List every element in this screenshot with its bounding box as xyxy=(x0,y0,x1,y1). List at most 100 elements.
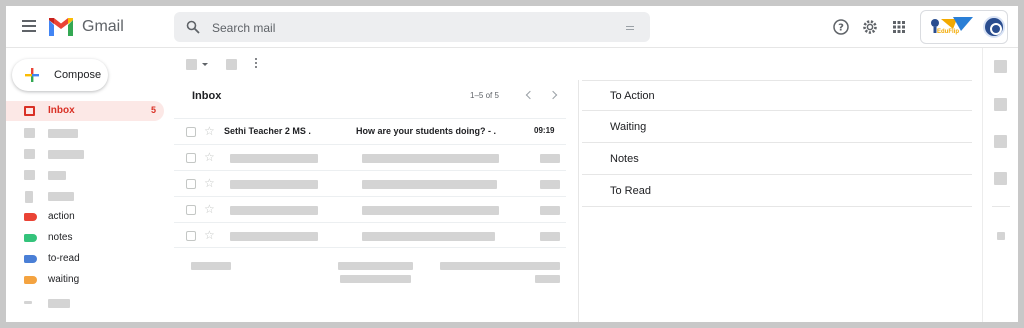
keep-icon[interactable] xyxy=(994,98,1007,111)
sidebar-item-label: waiting xyxy=(48,274,80,285)
email-sender xyxy=(230,180,318,189)
row-checkbox[interactable] xyxy=(186,231,196,241)
sidebar-item-placeholder[interactable] xyxy=(6,166,164,184)
section-title: To Read xyxy=(610,185,651,197)
sidebar-item-label xyxy=(48,192,74,201)
sidebar-item-placeholder[interactable] xyxy=(6,145,164,163)
add-ons-icon[interactable] xyxy=(997,232,1005,240)
sidebar-item-label: notes xyxy=(48,232,73,243)
folder-icon xyxy=(24,170,35,180)
sidebar-item-action[interactable]: action xyxy=(6,208,164,226)
label-tag-icon xyxy=(24,234,37,242)
compose-button[interactable]: Compose xyxy=(12,59,108,91)
footer-links-text xyxy=(338,262,413,270)
section-title: Notes xyxy=(610,153,639,165)
section-title: Inbox xyxy=(192,90,222,102)
org-brand-text: EduFlip xyxy=(937,29,959,35)
sidebar-item-placeholder[interactable] xyxy=(6,187,164,205)
pager-text: 1–5 of 5 xyxy=(470,91,499,100)
sidebar-item-label xyxy=(48,171,66,180)
sidebar-item-label: Inbox xyxy=(48,105,75,116)
rail-divider xyxy=(992,206,1010,207)
account-switcher[interactable]: EduFlip xyxy=(920,10,1008,44)
compose-plus-icon xyxy=(25,68,39,82)
row-checkbox[interactable] xyxy=(186,153,196,163)
table-row[interactable]: ☆ xyxy=(174,144,566,170)
star-icon[interactable]: ☆ xyxy=(204,150,215,164)
sidebar-item-inbox[interactable]: Inbox 5 xyxy=(6,101,164,121)
gmail-window: Gmail Search mail ? EduFlip Compose Inbo… xyxy=(6,6,1018,322)
tasks-icon[interactable] xyxy=(994,135,1007,148)
table-row[interactable]: ☆ xyxy=(174,196,566,222)
more-icon xyxy=(24,301,32,304)
email-subject xyxy=(362,206,499,215)
help-icon[interactable]: ? xyxy=(832,18,850,36)
star-icon[interactable]: ☆ xyxy=(204,228,215,242)
calendar-icon[interactable] xyxy=(994,60,1007,73)
table-row[interactable]: ☆ xyxy=(174,222,566,248)
folder-icon xyxy=(24,128,35,138)
select-all-checkbox[interactable] xyxy=(186,59,197,70)
unread-count-badge: 5 xyxy=(150,105,156,115)
section-to-read[interactable]: To Read xyxy=(582,176,972,207)
refresh-icon[interactable] xyxy=(226,59,237,70)
pane-divider xyxy=(578,80,579,322)
email-subject xyxy=(362,154,499,163)
email-subject: How are your students doing? - . xyxy=(356,126,497,136)
gear-icon[interactable] xyxy=(861,18,879,36)
more-options-icon[interactable] xyxy=(255,58,258,70)
section-to-action[interactable]: To Action xyxy=(582,80,972,111)
star-icon[interactable]: ☆ xyxy=(204,124,215,138)
star-icon[interactable]: ☆ xyxy=(204,202,215,216)
section-title: Waiting xyxy=(610,121,647,133)
email-sender xyxy=(230,154,318,163)
hamburger-icon[interactable] xyxy=(22,20,36,32)
row-checkbox[interactable] xyxy=(186,127,196,137)
apps-grid-icon[interactable] xyxy=(890,18,908,36)
email-time xyxy=(540,154,560,163)
search-input[interactable]: Search mail xyxy=(212,21,275,35)
sidebar-item-label: to-read xyxy=(48,253,80,264)
compose-label: Compose xyxy=(54,69,102,81)
avatar[interactable] xyxy=(983,16,1005,38)
search-options-icon[interactable] xyxy=(626,26,634,30)
previous-page-icon[interactable] xyxy=(525,90,535,100)
table-row[interactable]: ☆ xyxy=(174,170,566,196)
sidebar-item-waiting[interactable]: waiting xyxy=(6,271,164,289)
footer-details-link xyxy=(535,275,560,283)
star-icon[interactable]: ☆ xyxy=(204,176,215,190)
contacts-icon[interactable] xyxy=(994,172,1007,185)
row-checkbox[interactable] xyxy=(186,179,196,189)
label-tag-icon xyxy=(24,213,37,221)
section-notes[interactable]: Notes xyxy=(582,144,972,175)
app-name: Gmail xyxy=(82,18,124,35)
folder-icon xyxy=(25,191,33,203)
email-sender xyxy=(230,206,318,215)
next-page-icon[interactable] xyxy=(548,90,558,100)
email-sender xyxy=(230,232,318,241)
label-tag-icon xyxy=(24,276,37,284)
org-logo-icon xyxy=(931,17,973,33)
email-time xyxy=(540,206,560,215)
email-subject xyxy=(362,180,497,189)
sidebar-item-placeholder[interactable] xyxy=(6,294,164,312)
section-waiting[interactable]: Waiting xyxy=(582,112,972,143)
svg-text:?: ? xyxy=(838,23,844,34)
table-row[interactable]: ☆ Sethi Teacher 2 MS . How are your stud… xyxy=(174,118,566,144)
search-bar[interactable]: Search mail xyxy=(174,12,650,42)
email-subject xyxy=(362,232,495,241)
footer-links-text xyxy=(340,275,411,283)
email-time xyxy=(540,232,560,241)
select-menu-caret-icon[interactable] xyxy=(202,63,208,66)
gmail-logo-icon xyxy=(49,18,73,36)
footer-storage-text xyxy=(191,262,231,270)
search-icon[interactable] xyxy=(186,20,200,34)
email-time: 09:19 xyxy=(534,126,555,135)
label-tag-icon xyxy=(24,255,37,263)
sidebar-item-placeholder[interactable] xyxy=(6,124,164,142)
sidebar-item-to-read[interactable]: to-read xyxy=(6,250,164,268)
sidebar-item-notes[interactable]: notes xyxy=(6,229,164,247)
side-panel-rail xyxy=(982,48,1018,322)
row-checkbox[interactable] xyxy=(186,205,196,215)
mail-list-pane: Inbox 1–5 of 5 ☆ Sethi Teacher 2 MS . Ho… xyxy=(174,80,578,322)
